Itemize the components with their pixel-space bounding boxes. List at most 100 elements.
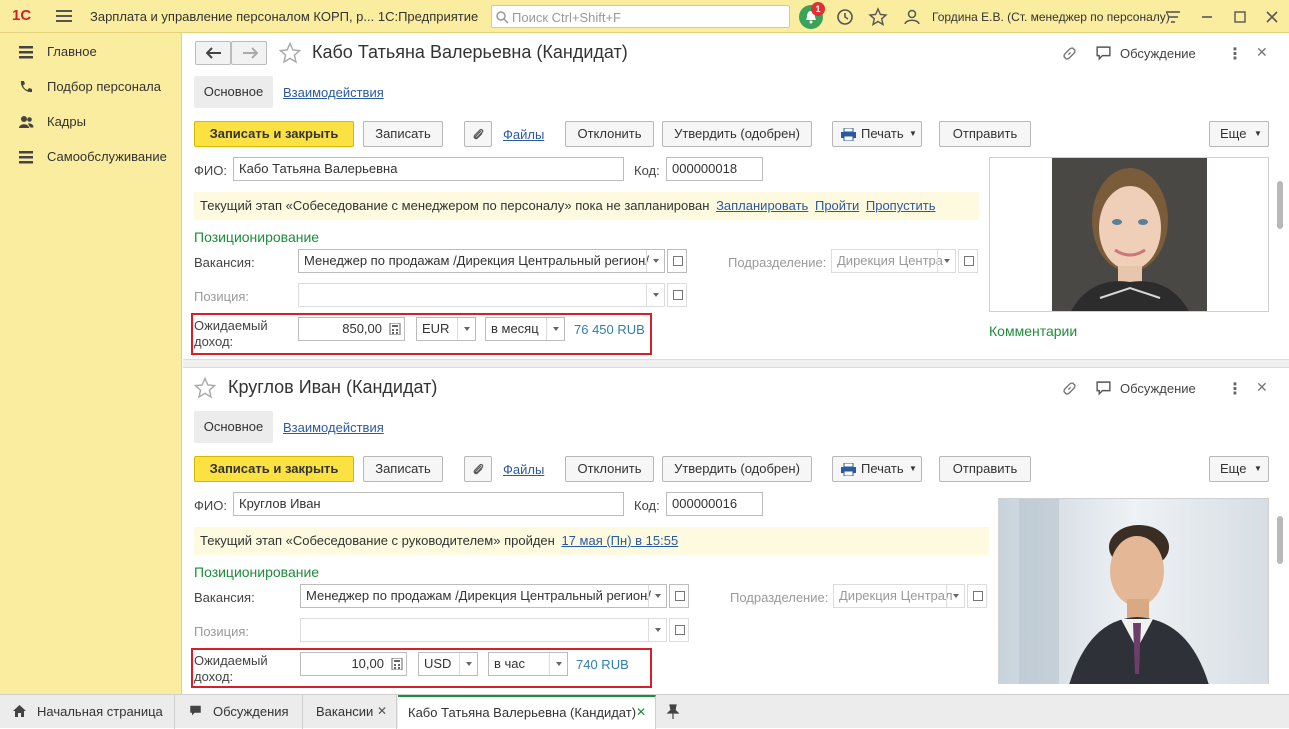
- dropdown-icon: [937, 250, 955, 272]
- discussion-label[interactable]: Обсуждение: [1120, 46, 1196, 61]
- favorite-star-icon[interactable]: [193, 376, 217, 400]
- income-field[interactable]: 10,00: [300, 652, 407, 676]
- notifications-icon[interactable]: 1: [799, 2, 825, 29]
- period-select[interactable]: в месяц: [485, 317, 565, 341]
- open-vacancy-button[interactable]: [669, 584, 689, 608]
- save-close-button[interactable]: Записать и закрыть: [194, 456, 354, 482]
- save-close-button[interactable]: Записать и закрыть: [194, 121, 354, 147]
- close-tab-icon[interactable]: ✕: [377, 695, 387, 728]
- open-vacancy-button[interactable]: [667, 249, 687, 273]
- print-button[interactable]: Печать ▼: [832, 121, 922, 147]
- fio-label: ФИО:: [194, 498, 227, 513]
- sidebar-item-main[interactable]: Главное: [0, 35, 182, 67]
- dropdown-icon[interactable]: [459, 653, 477, 675]
- code-field[interactable]: 000000016: [666, 492, 763, 516]
- files-link[interactable]: Файлы: [503, 462, 544, 477]
- period-select[interactable]: в час: [488, 652, 568, 676]
- maximize-icon[interactable]: [1230, 7, 1250, 27]
- tab-interactions[interactable]: Взаимодействия: [283, 85, 384, 100]
- reject-button[interactable]: Отклонить: [565, 121, 654, 147]
- close-window-icon[interactable]: [1262, 7, 1282, 27]
- dropdown-icon[interactable]: [646, 250, 664, 272]
- settings-lines-icon[interactable]: [1163, 7, 1183, 27]
- dropdown-icon[interactable]: [546, 318, 564, 340]
- scrollbar-thumb[interactable]: [1277, 181, 1283, 229]
- minimize-icon[interactable]: [1197, 7, 1217, 27]
- scrollbar[interactable]: [1275, 498, 1285, 678]
- tab-home-page[interactable]: Начальная страница: [0, 695, 175, 729]
- calculator-icon[interactable]: [391, 658, 403, 670]
- form-splitter[interactable]: [183, 359, 1289, 368]
- close-form-icon[interactable]: ✕: [1256, 44, 1268, 61]
- approve-button[interactable]: Утвердить (одобрен): [662, 121, 812, 147]
- approve-button[interactable]: Утвердить (одобрен): [662, 456, 812, 482]
- tab-candidate-kabo[interactable]: Кабо Татьяна Валерьевна (Кандидат) ✕: [398, 695, 656, 729]
- skip-link[interactable]: Пропустить: [866, 198, 936, 213]
- vacancy-field[interactable]: Менеджер по продажам /Дирекция Центральн…: [300, 584, 667, 608]
- save-button[interactable]: Записать: [363, 456, 443, 482]
- pass-link[interactable]: Пройти: [815, 198, 859, 213]
- schedule-link[interactable]: Запланировать: [716, 198, 808, 213]
- send-button[interactable]: Отправить: [939, 121, 1031, 147]
- sidebar-item-personnel[interactable]: Кадры: [0, 105, 182, 137]
- calculator-icon[interactable]: [389, 323, 401, 335]
- vacancy-field[interactable]: Менеджер по продажам /Дирекция Центральн…: [298, 249, 665, 273]
- user-icon[interactable]: [902, 7, 922, 27]
- link-icon[interactable]: [1061, 45, 1078, 62]
- more-button[interactable]: Еще ▼: [1209, 456, 1269, 482]
- currency-value: USD: [424, 656, 452, 671]
- files-link[interactable]: Файлы: [503, 127, 544, 142]
- star-icon[interactable]: [868, 7, 888, 27]
- income-field[interactable]: 850,00: [298, 317, 405, 341]
- app-logo[interactable]: 1С: [12, 7, 31, 24]
- fio-field[interactable]: Кабо Татьяна Валерьевна: [233, 157, 624, 181]
- tab-discussions[interactable]: Обсуждения: [176, 695, 303, 729]
- discussion-icon[interactable]: [1095, 380, 1112, 397]
- sidebar-item-recruiting[interactable]: Подбор персонала: [0, 70, 182, 102]
- currency-select[interactable]: USD: [418, 652, 478, 676]
- tab-vacancies[interactable]: Вакансии ✕: [304, 695, 397, 729]
- more-vert-icon[interactable]: ⋮: [1227, 44, 1243, 64]
- scrollbar[interactable]: [1275, 157, 1285, 337]
- dropdown-icon[interactable]: [549, 653, 567, 675]
- link-icon[interactable]: [1061, 380, 1078, 397]
- save-button[interactable]: Записать: [363, 121, 443, 147]
- stage-date-link[interactable]: 17 мая (Пн) в 15:55: [561, 533, 678, 548]
- attach-button[interactable]: [464, 121, 492, 147]
- tab-main[interactable]: Основное: [194, 76, 273, 108]
- printer-icon: [841, 463, 856, 476]
- code-field[interactable]: 000000018: [666, 157, 763, 181]
- discussion-label[interactable]: Обсуждение: [1120, 381, 1196, 396]
- reject-button[interactable]: Отклонить: [565, 456, 654, 482]
- tab-interactions[interactable]: Взаимодействия: [283, 420, 384, 435]
- fio-field[interactable]: Круглов Иван: [233, 492, 624, 516]
- close-tab-icon[interactable]: ✕: [636, 697, 646, 728]
- scrollbar-thumb[interactable]: [1277, 516, 1283, 564]
- converted-amount: 76 450 RUB: [574, 322, 645, 337]
- send-button[interactable]: Отправить: [939, 456, 1031, 482]
- main-menu-icon[interactable]: [56, 10, 72, 22]
- discussion-icon[interactable]: [1095, 45, 1112, 62]
- sidebar-item-self-service[interactable]: Самообслуживание: [0, 140, 182, 172]
- currency-select[interactable]: EUR: [416, 317, 476, 341]
- forward-button[interactable]: [231, 41, 267, 65]
- dropdown-icon[interactable]: [648, 585, 666, 607]
- search-input[interactable]: Поиск Ctrl+Shift+F: [491, 5, 790, 28]
- print-button[interactable]: Печать ▼: [832, 456, 922, 482]
- favorite-star-icon[interactable]: [278, 41, 302, 65]
- close-form-icon[interactable]: ✕: [1256, 379, 1268, 396]
- more-button[interactable]: Еще ▼: [1209, 121, 1269, 147]
- user-name[interactable]: Гордина Е.В. (Ст. менеджер по персоналу): [932, 10, 1170, 24]
- code-label: Код:: [634, 163, 660, 178]
- pin-icon[interactable]: [666, 704, 680, 720]
- more-vert-icon[interactable]: ⋮: [1227, 379, 1243, 399]
- position-label: Позиция:: [194, 624, 250, 639]
- tab-main[interactable]: Основное: [194, 411, 273, 443]
- vacancy-value: Менеджер по продажам /Дирекция Центральн…: [306, 588, 651, 603]
- back-button[interactable]: [195, 41, 231, 65]
- attach-button[interactable]: [464, 456, 492, 482]
- history-icon[interactable]: [835, 7, 855, 27]
- dropdown-icon[interactable]: [457, 318, 475, 340]
- sidebar-item-label: Кадры: [47, 114, 86, 129]
- income-value: 10,00: [351, 656, 384, 671]
